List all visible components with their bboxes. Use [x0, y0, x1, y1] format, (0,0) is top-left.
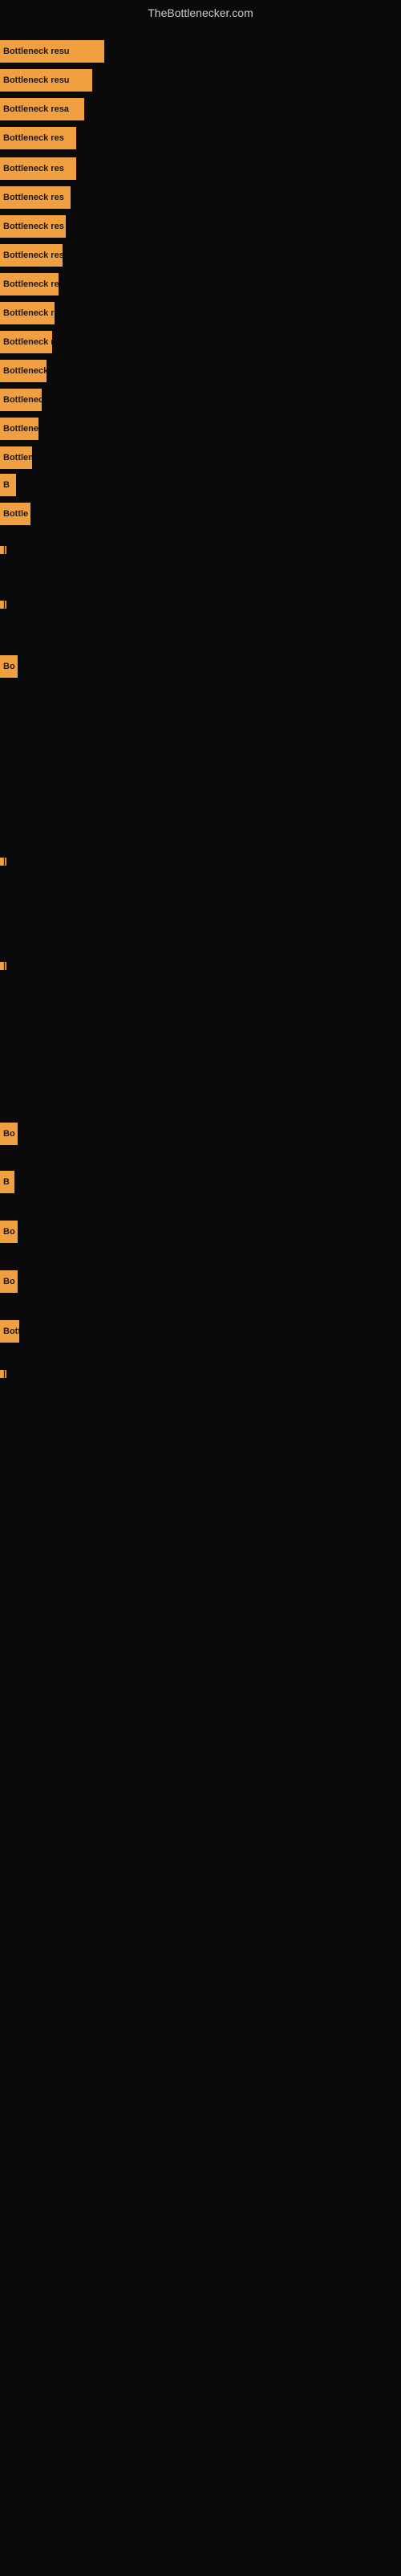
site-title: TheBottlenecker.com [0, 0, 401, 22]
bar-label: | [0, 546, 6, 554]
bar-label: Bottleneck res [0, 273, 59, 296]
bar-label: Bottleneck resu [0, 69, 92, 92]
bar-label: Bottleneck resa [0, 98, 84, 120]
bar-item: Bottleneck res [0, 273, 59, 296]
bar-item: Bottleneck resa [0, 98, 84, 120]
bar-label: | [0, 858, 6, 866]
bar-item: | [0, 1370, 6, 1378]
bar-item: B [0, 474, 16, 496]
bar-item: Bo [0, 1270, 18, 1293]
bar-label: Bottlen [0, 446, 32, 469]
bar-label: B [0, 1171, 14, 1193]
bar-item: Bo [0, 1221, 18, 1243]
bar-item: Bottleneck res [0, 244, 63, 267]
bar-label: Bottle [0, 503, 30, 525]
bar-item: Bottle [0, 503, 30, 525]
bar-item: Bott [0, 1320, 19, 1343]
bar-item: Bottleneck re [0, 331, 52, 353]
bar-item: Bottlen [0, 446, 32, 469]
bar-item: Bottleneck resu [0, 69, 92, 92]
bar-item: Bottleneck res [0, 215, 66, 238]
bar-item: | [0, 858, 6, 866]
bar-item: Bottleneck resu [0, 40, 104, 63]
bar-label: B [0, 474, 16, 496]
bar-item: Bottleneck res [0, 186, 71, 209]
bar-item: | [0, 962, 6, 970]
bar-item: | [0, 546, 6, 554]
bar-label: Bottleneck res [0, 157, 76, 180]
bar-label: Bott [0, 1320, 19, 1343]
bar-label: Bottleneck res [0, 215, 66, 238]
bar-label: Bottleneck res [0, 302, 55, 324]
bar-label: | [0, 601, 6, 609]
bar-item: Bottleneck r [0, 360, 47, 382]
bar-label: | [0, 962, 6, 970]
bar-label: Bo [0, 1221, 18, 1243]
bar-item: Bottleneck c [0, 418, 38, 440]
bar-item: Bottleneck res [0, 127, 76, 149]
bar-label: Bottleneck res [0, 186, 71, 209]
bar-label: Bottleneck res [0, 127, 76, 149]
bar-label: Bo [0, 655, 18, 678]
bar-label: | [0, 1370, 6, 1378]
bar-item: Bottleneck r [0, 389, 42, 411]
bar-label: Bottleneck re [0, 331, 52, 353]
bar-label: Bo [0, 1270, 18, 1293]
bar-label: Bottleneck resu [0, 40, 104, 63]
bar-label: Bottleneck c [0, 418, 38, 440]
bar-item: Bo [0, 655, 18, 678]
bar-label: Bottleneck res [0, 244, 63, 267]
bar-label: Bottleneck r [0, 360, 47, 382]
bar-item: Bottleneck res [0, 157, 76, 180]
bar-label: Bottleneck r [0, 389, 42, 411]
bar-item: Bottleneck res [0, 302, 55, 324]
bar-item: Bo [0, 1123, 18, 1145]
bar-item: | [0, 601, 6, 609]
bar-label: Bo [0, 1123, 18, 1145]
bar-item: B [0, 1171, 14, 1193]
